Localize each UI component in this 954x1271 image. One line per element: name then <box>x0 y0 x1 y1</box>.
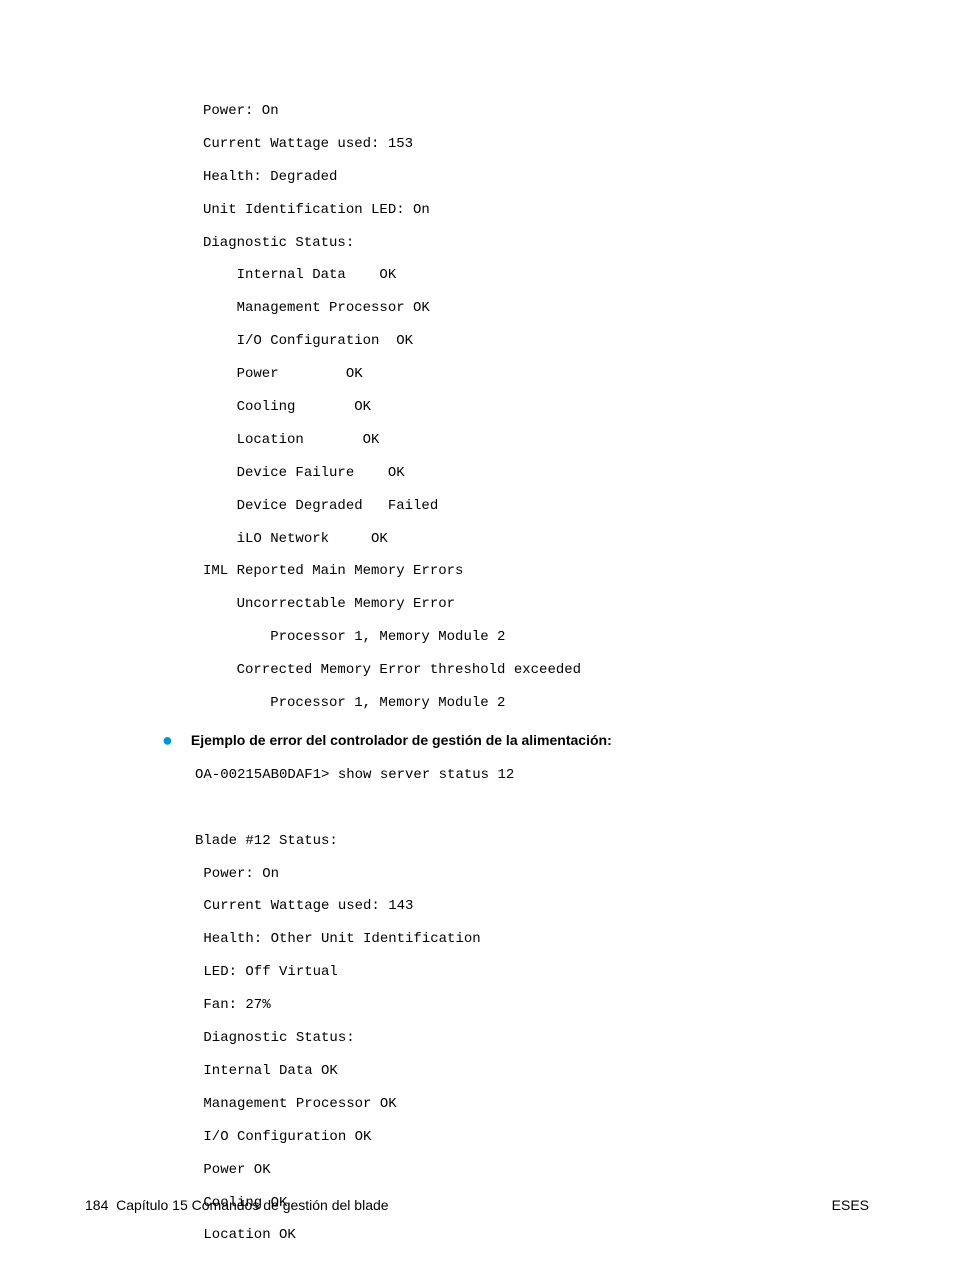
footer-left: 184 Capítulo 15 Comandos de gestión del … <box>85 1197 389 1213</box>
code-block-2: OA-00215AB0DAF1> show server status 12 B… <box>195 759 954 1252</box>
bullet-icon: ● <box>162 731 173 749</box>
footer-right: ESES <box>832 1197 869 1213</box>
page-number: 184 <box>85 1197 108 1213</box>
bullet-item: ● Ejemplo de error del controlador de ge… <box>162 730 954 751</box>
code-block-1: Power: On Current Wattage used: 153 Heal… <box>203 95 954 720</box>
page-footer: 184 Capítulo 15 Comandos de gestión del … <box>0 1197 954 1213</box>
bullet-label: Ejemplo de error del controlador de gest… <box>191 730 612 751</box>
chapter-title: Capítulo 15 Comandos de gestión del blad… <box>116 1197 388 1213</box>
